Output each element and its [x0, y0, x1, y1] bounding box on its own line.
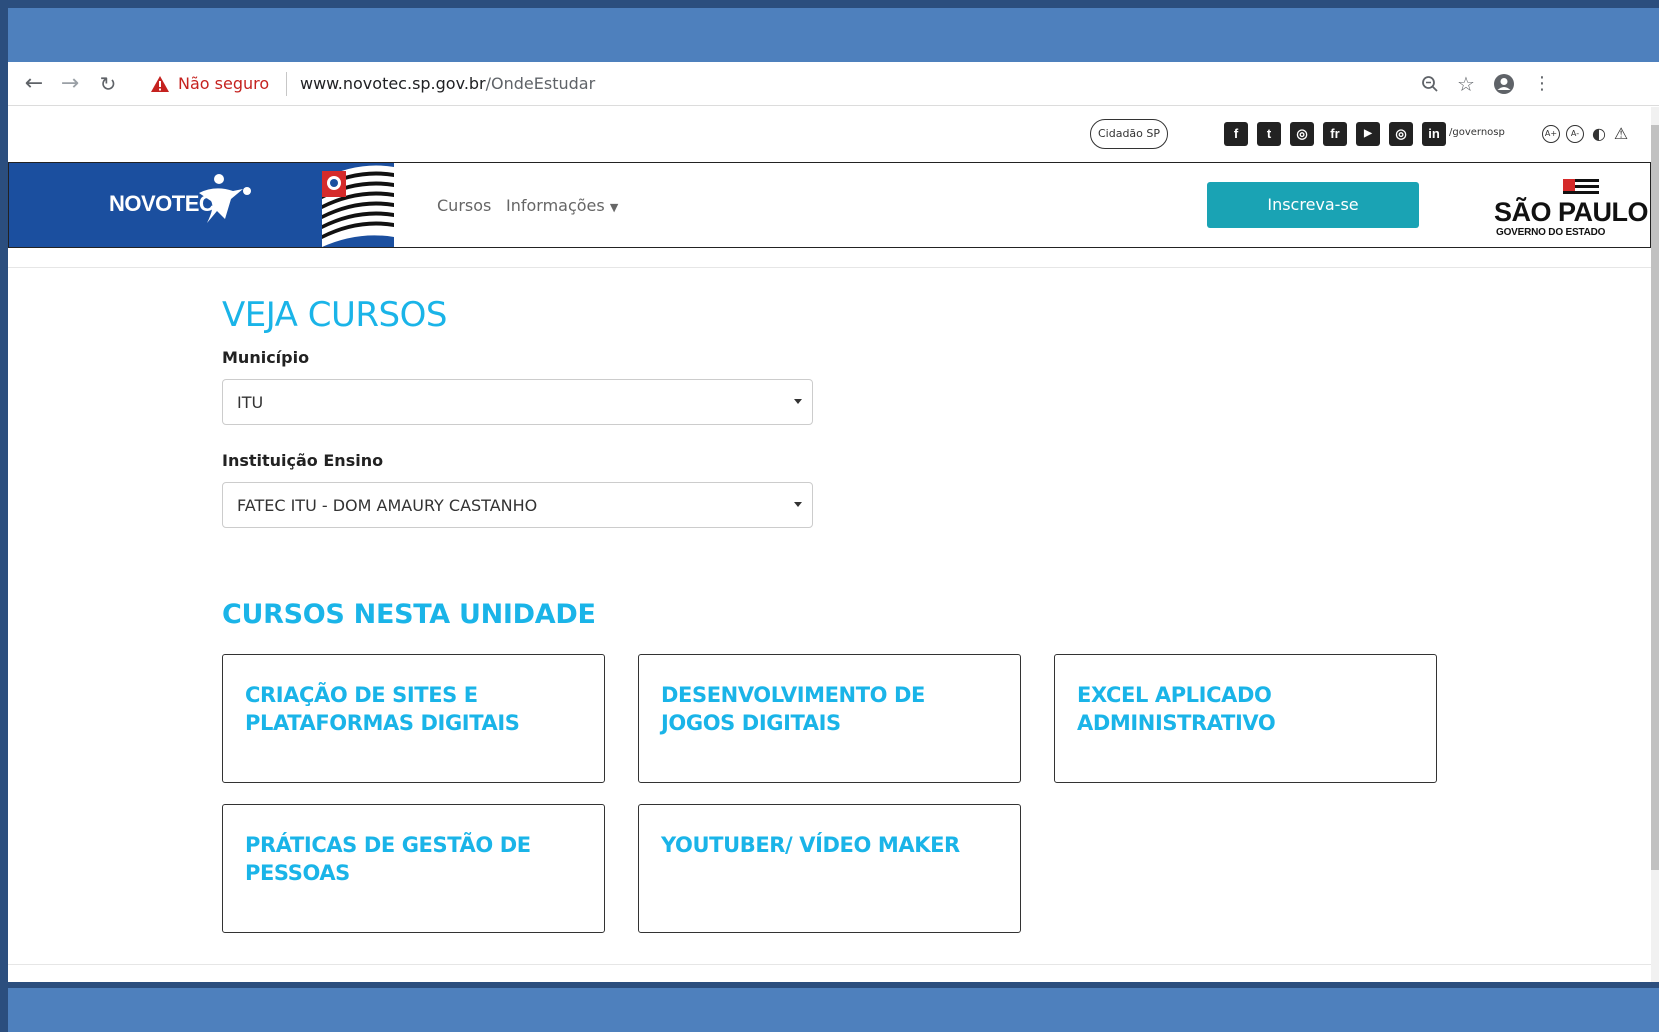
sao-paulo-logo[interactable]: SÃO PAULO [1494, 197, 1649, 228]
inscreva-se-button[interactable]: Inscreva-se [1207, 182, 1419, 228]
caret-down-icon: ▼ [609, 201, 619, 214]
back-icon[interactable]: ← [20, 70, 48, 98]
course-title: DESENVOLVIMENTO DE JOGOS DIGITAIS [661, 683, 925, 735]
course-card[interactable]: YOUTUBER/ VÍDEO MAKER [638, 804, 1021, 933]
novotec-brand[interactable]: NOVOTEC [9, 163, 394, 247]
instituicao-label: Instituição Ensino [222, 451, 384, 470]
chevron-down-icon [794, 502, 802, 507]
twitter-icon[interactable]: t [1257, 122, 1281, 146]
course-title: PRÁTICAS DE GESTÃO DE PESSOAS [245, 833, 531, 885]
window-title-bar [8, 8, 1659, 62]
course-card[interactable]: CRIAÇÃO DE SITES E PLATAFORMAS DIGITAIS [222, 654, 605, 783]
flickr-icon[interactable]: fr [1323, 122, 1347, 146]
course-card[interactable]: PRÁTICAS DE GESTÃO DE PESSOAS [222, 804, 605, 933]
page-viewport: Cidadão SP f t ◎ fr ▶ ◎ in /governosp A+… [8, 107, 1651, 982]
browser-toolbar: ← → ↻ Não seguro www.novotec.sp.gov.br/O… [8, 62, 1659, 106]
url-host: www.novotec.sp.gov.br [300, 74, 486, 93]
linkedin-icon[interactable]: in [1422, 122, 1446, 146]
divider [8, 267, 1651, 268]
governo-do-estado-text: GOVERNO DO ESTADO [1496, 227, 1606, 238]
sp-flag-icon [322, 165, 394, 247]
course-title: YOUTUBER/ VÍDEO MAKER [661, 833, 960, 857]
forward-icon[interactable]: → [56, 70, 84, 98]
nav-informacoes-label: Informações [506, 196, 605, 215]
course-title: CRIAÇÃO DE SITES E PLATAFORMAS DIGITAIS [245, 683, 520, 735]
divider [8, 964, 1651, 965]
municipio-select[interactable]: ITU [222, 379, 813, 425]
reload-icon[interactable]: ↻ [94, 70, 122, 98]
youtube-icon[interactable]: ▶ [1356, 122, 1380, 146]
social-handle[interactable]: /governosp [1449, 127, 1505, 138]
nav-informacoes[interactable]: Informações ▼ [506, 196, 618, 215]
increase-font-icon[interactable]: A+ [1542, 125, 1560, 143]
instituicao-select[interactable]: FATEC ITU - DOM AMAURY CASTANHO [222, 482, 813, 528]
nav-cursos[interactable]: Cursos [437, 196, 491, 215]
url-text[interactable]: www.novotec.sp.gov.br/OndeEstudar [300, 74, 595, 94]
chevron-down-icon [794, 399, 802, 404]
taskbar [8, 988, 1659, 1032]
novotec-figure-icon [199, 174, 251, 223]
municipio-value: ITU [237, 393, 264, 412]
zoom-icon[interactable] [1416, 70, 1444, 98]
url-path: /OndeEstudar [485, 74, 596, 93]
instituicao-value: FATEC ITU - DOM AMAURY CASTANHO [237, 496, 538, 515]
instagram-icon[interactable]: ◎ [1290, 122, 1314, 146]
address-separator [286, 72, 287, 96]
facebook-icon[interactable]: f [1224, 122, 1248, 146]
window-frame-left [0, 0, 8, 1032]
site-header: NOVOTEC Cursos Informações ▼ Inscreva-se… [8, 162, 1651, 248]
decrease-font-icon[interactable]: A- [1566, 125, 1584, 143]
course-card[interactable]: EXCEL APLICADO ADMINISTRATIVO [1054, 654, 1437, 783]
menu-icon[interactable]: ⋮ [1528, 70, 1556, 98]
star-icon[interactable]: ☆ [1452, 70, 1480, 98]
municipio-label: Município [222, 348, 310, 367]
scrollbar-thumb[interactable] [1651, 125, 1659, 870]
not-secure-label[interactable]: Não seguro [178, 74, 269, 94]
cidadao-sp-button[interactable]: Cidadão SP [1090, 119, 1168, 149]
warning-icon [151, 76, 169, 92]
address-bar[interactable]: Não seguro www.novotec.sp.gov.br/OndeEst… [138, 66, 1578, 102]
account-icon[interactable] [1490, 70, 1518, 98]
periscope-icon[interactable]: ◎ [1389, 122, 1413, 146]
section-title: CURSOS NESTA UNIDADE [222, 599, 596, 630]
alert-icon[interactable]: ⚠ [1612, 125, 1630, 143]
contrast-icon[interactable]: ◐ [1590, 125, 1608, 143]
course-card[interactable]: DESENVOLVIMENTO DE JOGOS DIGITAIS [638, 654, 1021, 783]
course-title: EXCEL APLICADO ADMINISTRATIVO [1077, 683, 1276, 735]
page-title: VEJA CURSOS [222, 295, 447, 335]
